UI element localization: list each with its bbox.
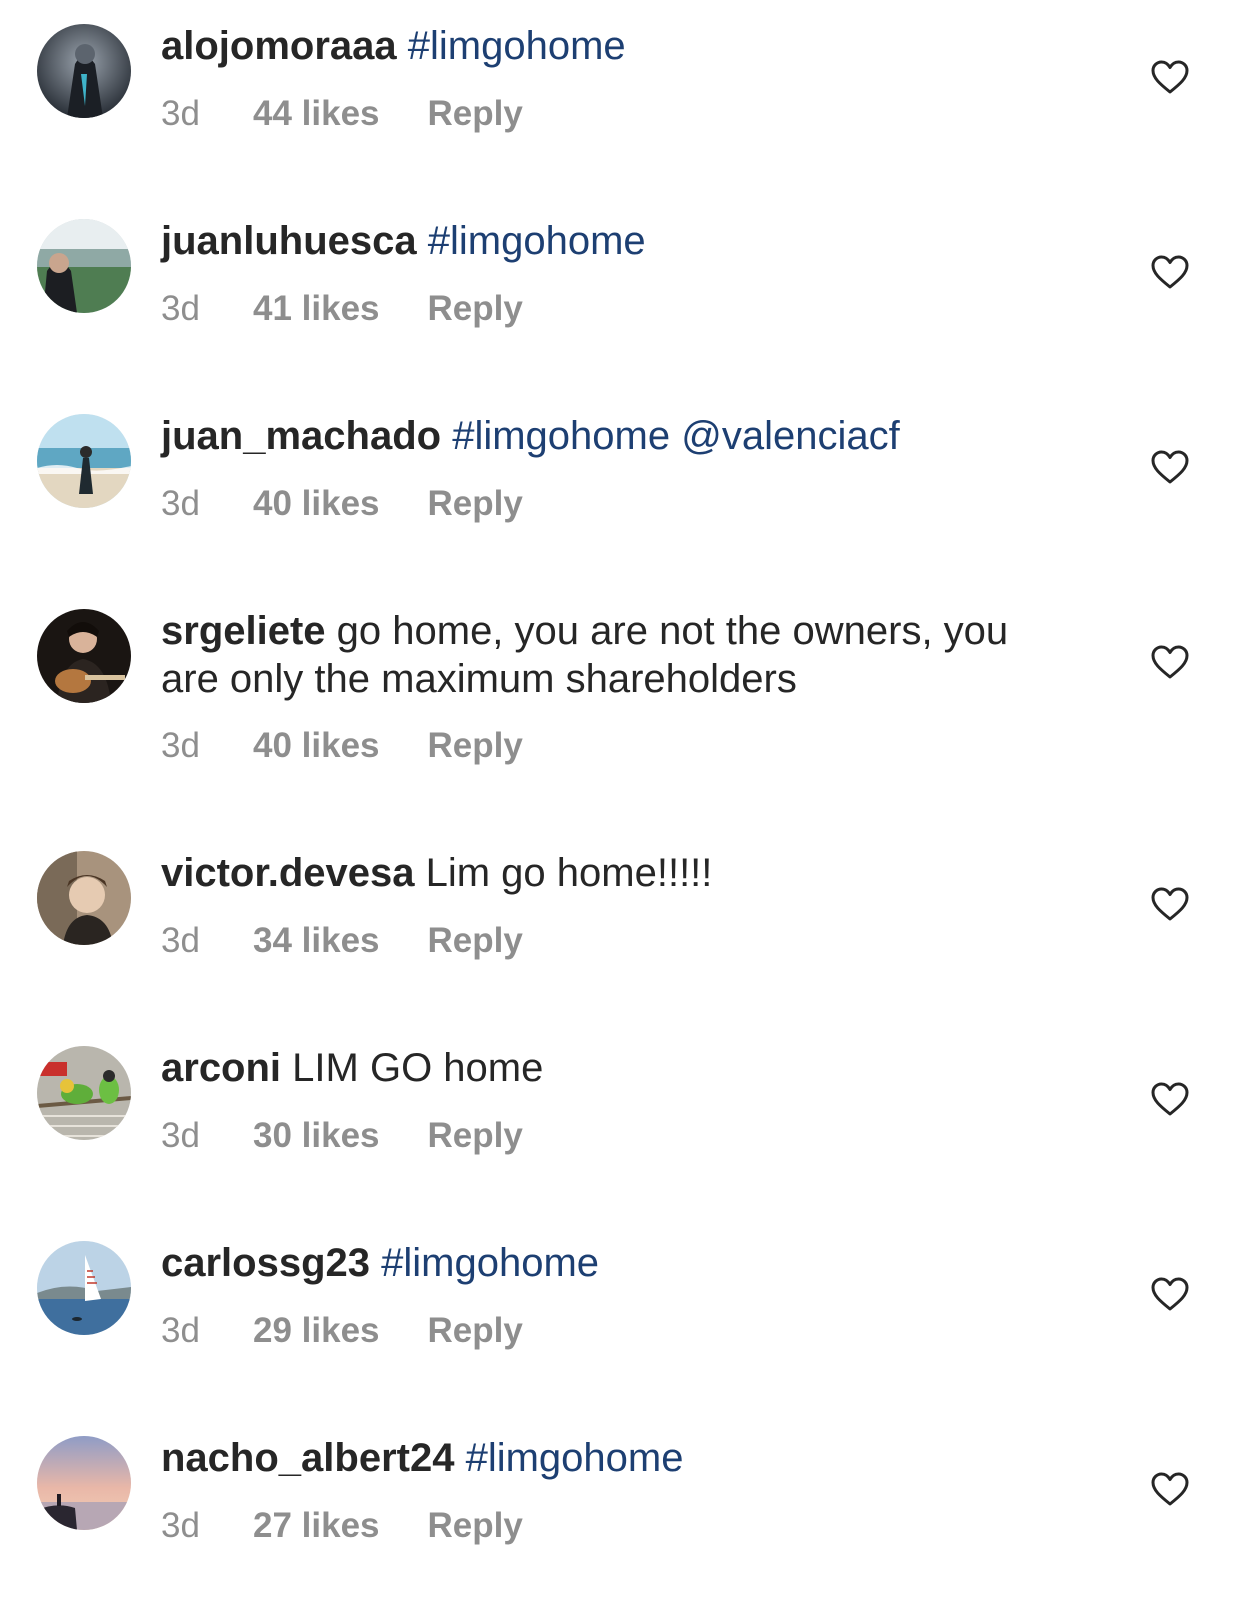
comment-text: [370, 1241, 381, 1285]
stadium-person-avatar[interactable]: [37, 219, 131, 313]
comment-body: srgeliete go home, you are not the owner…: [161, 607, 1021, 703]
likes-count[interactable]: 27 likes: [253, 1504, 380, 1548]
sunset-coast-avatar[interactable]: [37, 1436, 131, 1530]
comment-meta: 3d 44 likes Reply: [161, 92, 523, 136]
comment-timestamp: 3d: [161, 1506, 200, 1545]
reply-button[interactable]: Reply: [428, 287, 523, 331]
comment-timestamp: 3d: [161, 484, 200, 523]
heart-outline-icon[interactable]: [1150, 644, 1190, 680]
comment-username[interactable]: srgeliete: [161, 609, 326, 653]
mention-link[interactable]: @valenciacf: [681, 414, 899, 458]
comment-timestamp: 3d: [161, 94, 200, 133]
likes-count[interactable]: 41 likes: [253, 287, 380, 331]
reply-button[interactable]: Reply: [428, 1114, 523, 1158]
reply-button[interactable]: Reply: [428, 1504, 523, 1548]
reply-button[interactable]: Reply: [428, 1309, 523, 1353]
comment-meta: 3d 30 likes Reply: [161, 1114, 523, 1158]
heart-outline-icon[interactable]: [1150, 886, 1190, 922]
comment-body: nacho_albert24 #limgohome: [161, 1434, 1061, 1482]
comment-username[interactable]: arconi: [161, 1046, 281, 1090]
reply-button[interactable]: Reply: [428, 919, 523, 963]
comment-username[interactable]: juan_machado: [161, 414, 441, 458]
comment-body: alojomoraaa #limgohome: [161, 22, 1061, 70]
hashtag-link[interactable]: #limgohome: [466, 1436, 684, 1480]
comment-text: [397, 24, 408, 68]
comment-body: victor.devesa Lim go home!!!!!: [161, 849, 1061, 897]
comment-meta: 3d 29 likes Reply: [161, 1309, 523, 1353]
likes-count[interactable]: 40 likes: [253, 724, 380, 768]
reply-button[interactable]: Reply: [428, 92, 523, 136]
comment-username[interactable]: alojomoraaa: [161, 24, 397, 68]
heart-outline-icon[interactable]: [1150, 254, 1190, 290]
heart-outline-icon[interactable]: [1150, 1081, 1190, 1117]
heart-outline-icon[interactable]: [1150, 59, 1190, 95]
comment-meta: 3d 40 likes Reply: [161, 724, 523, 768]
likes-count[interactable]: 29 likes: [253, 1309, 380, 1353]
comment-username[interactable]: juanluhuesca: [161, 219, 417, 263]
guitar-player-avatar[interactable]: [37, 609, 131, 703]
surfer-beach-avatar[interactable]: [37, 414, 131, 508]
comment-list: alojomoraaa #limgohome 3d 44 likes Reply j…: [0, 0, 1242, 1618]
sailboat-avatar[interactable]: [37, 1241, 131, 1335]
comment-body: carlossg23 #limgohome: [161, 1239, 1061, 1287]
comment-username[interactable]: carlossg23: [161, 1241, 370, 1285]
comment-timestamp: 3d: [161, 921, 200, 960]
comment-username[interactable]: victor.devesa: [161, 851, 415, 895]
likes-count[interactable]: 34 likes: [253, 919, 380, 963]
heart-outline-icon[interactable]: [1150, 1276, 1190, 1312]
comment-meta: 3d 27 likes Reply: [161, 1504, 523, 1548]
reply-button[interactable]: Reply: [428, 482, 523, 526]
hashtag-link[interactable]: #limgohome: [408, 24, 626, 68]
likes-count[interactable]: 30 likes: [253, 1114, 380, 1158]
comment-meta: 3d 40 likes Reply: [161, 482, 523, 526]
comment-body: juanluhuesca #limgohome: [161, 217, 1061, 265]
heart-outline-icon[interactable]: [1150, 449, 1190, 485]
hashtag-link[interactable]: #limgohome: [428, 219, 646, 263]
comment-meta: 3d 34 likes Reply: [161, 919, 523, 963]
comment-username[interactable]: nacho_albert24: [161, 1436, 454, 1480]
comment-text: [454, 1436, 465, 1480]
comment-text: [670, 414, 681, 458]
comment-body: arconi LIM GO home: [161, 1044, 1061, 1092]
comment-body: juan_machado #limgohome @valenciacf: [161, 412, 1061, 460]
hashtag-link[interactable]: #limgohome: [381, 1241, 599, 1285]
heart-outline-icon[interactable]: [1150, 1471, 1190, 1507]
likes-count[interactable]: 40 likes: [253, 482, 380, 526]
hashtag-link[interactable]: #limgohome: [452, 414, 670, 458]
comment-text: Lim go home!!!!!: [414, 851, 713, 895]
comment-meta: 3d 41 likes Reply: [161, 287, 523, 331]
comment-timestamp: 3d: [161, 289, 200, 328]
parrots-avatar[interactable]: [37, 1046, 131, 1140]
comment-text: LIM GO home: [281, 1046, 544, 1090]
comment-timestamp: 3d: [161, 1116, 200, 1155]
comment-timestamp: 3d: [161, 1311, 200, 1350]
reply-button[interactable]: Reply: [428, 724, 523, 768]
likes-count[interactable]: 44 likes: [253, 92, 380, 136]
comment-timestamp: 3d: [161, 726, 200, 765]
comment-text: [441, 414, 452, 458]
portrait-avatar[interactable]: [37, 851, 131, 945]
comment-text: [417, 219, 428, 263]
armored-warrior-avatar[interactable]: [37, 24, 131, 118]
